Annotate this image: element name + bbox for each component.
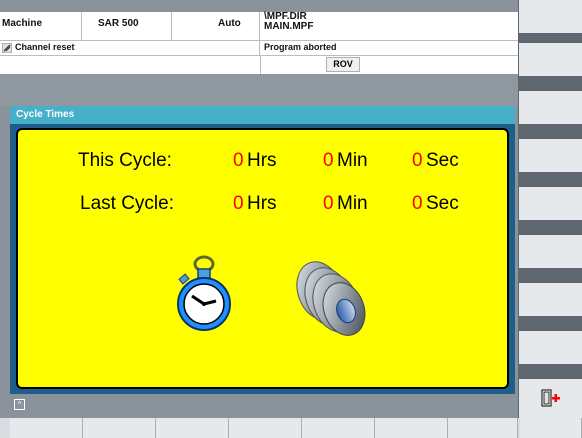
area-name: Machine xyxy=(0,12,82,40)
this-cycle-sec-value: 0 xyxy=(412,150,423,171)
last-cycle-row: Last Cycle: 0 Hrs 0 Min 0 Sec xyxy=(18,193,511,217)
vertical-softkey-1[interactable] xyxy=(519,0,582,40)
horizontal-softkey-2[interactable] xyxy=(83,418,156,438)
last-cycle-label: Last Cycle: xyxy=(80,193,174,214)
header-row: Machine SAR 500 Auto \MPF.DIR MAIN.MPF xyxy=(0,12,518,41)
mode-indicator: Auto xyxy=(172,12,260,40)
channel-reset-icon xyxy=(2,43,12,53)
status-row: Channel reset Program aborted xyxy=(0,41,518,56)
program-path: \MPF.DIR MAIN.MPF xyxy=(260,12,518,40)
vertical-softkey-6[interactable] xyxy=(519,235,582,275)
horizontal-softkey-3[interactable] xyxy=(156,418,229,438)
exit-softkey[interactable] xyxy=(519,379,582,418)
main-screen: Machine SAR 500 Auto \MPF.DIR MAIN.MPF C… xyxy=(0,0,518,418)
exit-door-icon xyxy=(541,389,560,407)
last-cycle-min-value: 0 xyxy=(323,193,334,214)
cycle-times-display: This Cycle: 0 Hrs 0 Min 0 Sec Last Cycle… xyxy=(16,128,509,389)
machine-name: SAR 500 xyxy=(82,12,172,40)
this-cycle-min-value: 0 xyxy=(323,150,334,171)
last-cycle-hrs-unit: Hrs xyxy=(247,193,277,214)
rov-indicator: ROV xyxy=(326,57,360,72)
vertical-softkey-5[interactable] xyxy=(519,187,582,227)
recall-bar: ^ xyxy=(10,396,518,414)
horizontal-softkey-bar xyxy=(10,418,582,438)
status-row-2: ROV xyxy=(0,56,518,74)
this-cycle-sec-unit: Sec xyxy=(426,150,459,171)
last-cycle-min-unit: Min xyxy=(337,193,368,214)
horizontal-softkey-5[interactable] xyxy=(302,418,375,438)
horizontal-softkey-7[interactable] xyxy=(448,418,518,438)
channel-status-text: Channel reset xyxy=(15,42,75,52)
cycle-times-panel: This Cycle: 0 Hrs 0 Min 0 Sec Last Cycle… xyxy=(10,124,515,394)
this-cycle-min-unit: Min xyxy=(337,150,368,171)
last-cycle-sec-unit: Sec xyxy=(426,193,459,214)
last-cycle-sec-value: 0 xyxy=(412,193,423,214)
recall-caret-icon[interactable]: ^ xyxy=(14,399,25,410)
program-path-file: MAIN.MPF xyxy=(264,21,314,32)
panel-title: Cycle Times xyxy=(10,106,515,124)
turned-part-icon xyxy=(296,261,366,336)
this-cycle-hrs-unit: Hrs xyxy=(247,150,277,171)
vertical-softkey-2[interactable] xyxy=(519,43,582,83)
this-cycle-hrs-value: 0 xyxy=(233,150,244,171)
vertical-softkey-7[interactable] xyxy=(519,283,582,323)
this-cycle-label: This Cycle: xyxy=(78,150,172,171)
horizontal-softkey-1[interactable] xyxy=(10,418,83,438)
this-cycle-row: This Cycle: 0 Hrs 0 Min 0 Sec xyxy=(18,150,511,174)
channel-status: Channel reset xyxy=(0,41,260,55)
message-area xyxy=(0,74,518,106)
vertical-softkey-4[interactable] xyxy=(519,139,582,179)
horizontal-softkey-4[interactable] xyxy=(229,418,302,438)
stopwatch-icon xyxy=(177,255,231,331)
vertical-softkey-3[interactable] xyxy=(519,91,582,131)
horizontal-softkey-8[interactable] xyxy=(520,418,582,438)
horizontal-softkey-6[interactable] xyxy=(375,418,448,438)
vertical-softkey-8[interactable] xyxy=(519,331,582,371)
program-status: Program aborted xyxy=(264,42,337,52)
last-cycle-hrs-value: 0 xyxy=(233,193,244,214)
